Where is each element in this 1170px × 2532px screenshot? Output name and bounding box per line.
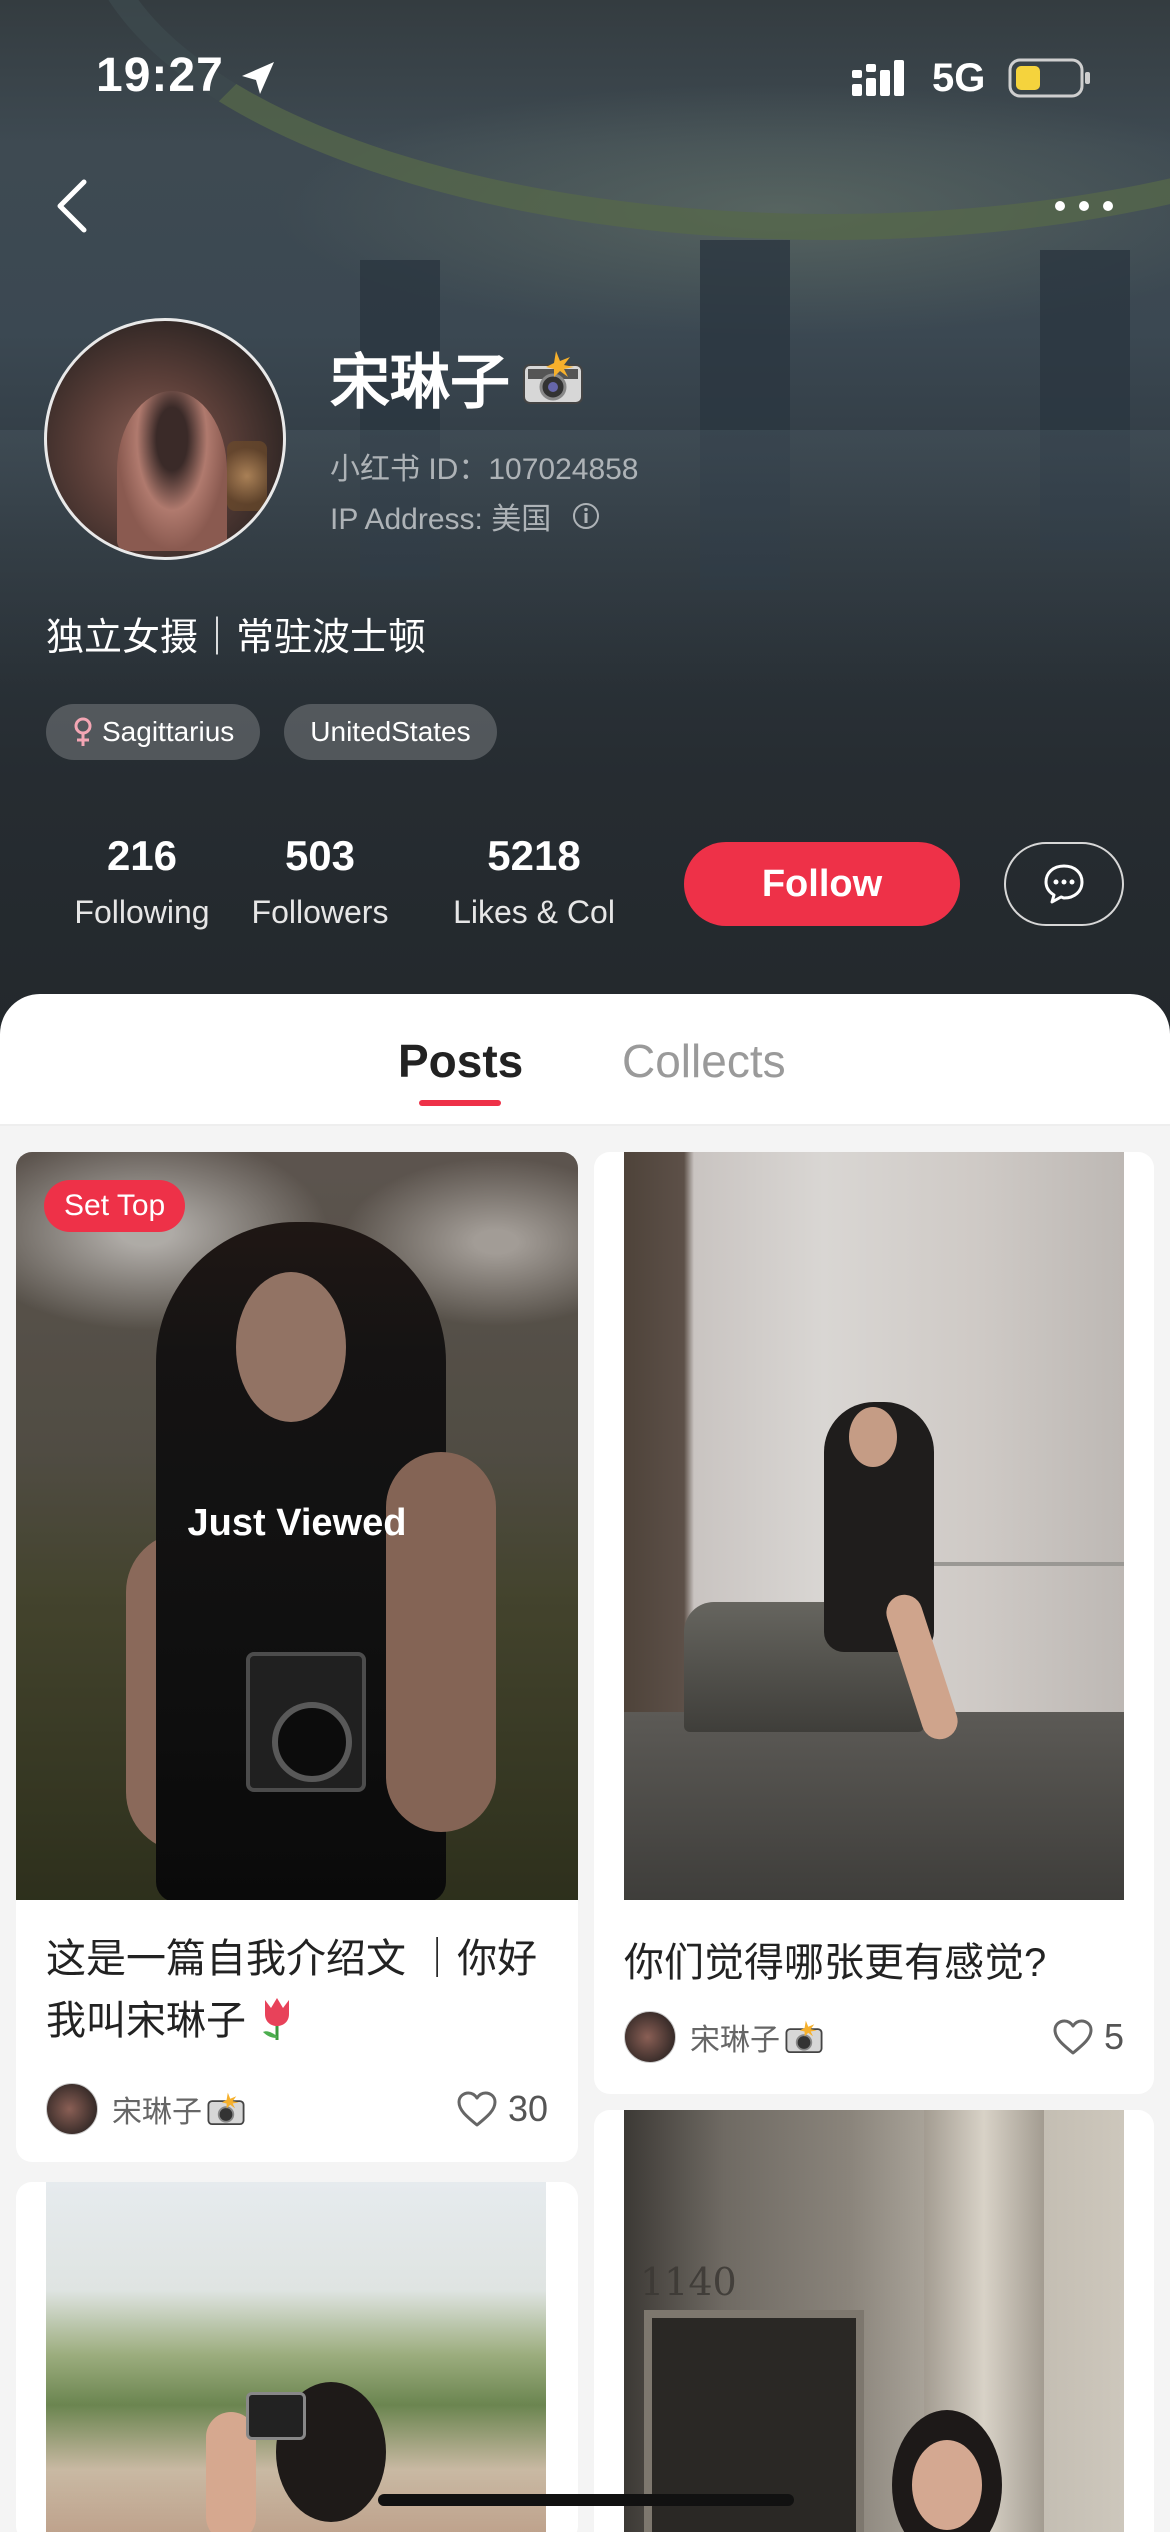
status-time: 19:27	[96, 49, 224, 102]
post-card[interactable]	[16, 2182, 578, 2532]
stat-likes-collects[interactable]: 5218 Likes & Col	[444, 832, 624, 931]
post-meta: 宋琳子 5	[624, 2010, 1124, 2064]
heart-icon	[457, 2091, 497, 2127]
tag-location: UnitedStates	[284, 704, 497, 760]
photo-shape	[912, 2440, 982, 2530]
post-meta: 宋琳子 30	[46, 2082, 548, 2136]
stat-value: 5218	[487, 832, 581, 879]
author-name[interactable]: 宋琳子	[112, 2087, 202, 2131]
post-photo: 1140	[624, 2110, 1124, 2532]
camera-flash-emoji-icon	[785, 2020, 823, 2054]
info-icon[interactable]	[571, 501, 601, 531]
status-bar: 19:27 5G	[0, 0, 1170, 150]
just-viewed-label: Just Viewed	[187, 1502, 407, 1544]
network-label: 5G	[932, 56, 986, 100]
profile-header: 19:27 5G 宋琳子 小红书 ID：107024858 IP Address…	[0, 0, 1170, 1040]
tulip-icon	[263, 1998, 290, 2040]
camera-flash-emoji-icon	[523, 350, 583, 404]
author-avatar[interactable]	[46, 2083, 98, 2135]
message-button[interactable]	[1004, 842, 1124, 926]
author-name[interactable]: 宋琳子	[690, 2015, 780, 2059]
tag-label: UnitedStates	[310, 716, 471, 747]
female-icon	[74, 717, 92, 746]
back-icon[interactable]	[52, 176, 92, 236]
tab-posts[interactable]: Posts	[398, 1034, 523, 1088]
like-button[interactable]: 30	[456, 2088, 548, 2130]
photo-shape	[624, 1712, 1124, 1900]
profile-stats: 216 Following 503 Followers 5218 Likes &…	[0, 832, 1170, 952]
post-card[interactable]: 你们觉得哪张更有感觉? 宋琳子 5	[594, 1152, 1154, 2094]
author-avatar[interactable]	[624, 2011, 676, 2063]
tag-list: Sagittarius UnitedStates	[46, 704, 497, 760]
photo-shape	[246, 2392, 306, 2440]
tag-zodiac: Sagittarius	[46, 704, 261, 760]
chat-bubble-icon	[1044, 864, 1084, 904]
post-title: 你们觉得哪张更有感觉?	[624, 1932, 1124, 1994]
tag-label: Sagittarius	[102, 716, 235, 747]
post-title-text: 你们觉得哪张更有感觉?	[624, 1941, 1047, 1985]
user-id: 小红书 ID：107024858	[330, 453, 639, 486]
content-tabs: Posts Collects	[0, 994, 1170, 1126]
tab-collects[interactable]: Collects	[622, 1034, 786, 1088]
stat-label: Followers	[251, 894, 389, 930]
profile-name: 宋琳子	[330, 349, 510, 416]
avatar-person	[117, 391, 227, 551]
pinned-badge: Set Top	[44, 1180, 186, 1232]
location-arrow-icon	[242, 62, 274, 94]
active-tab-indicator	[419, 1100, 501, 1106]
stat-following[interactable]: 216 Following	[46, 832, 238, 931]
stat-label: Following	[74, 894, 210, 930]
ip-address: IP Address: 美国	[330, 503, 552, 536]
bio: 独立女摄｜常驻波士顿	[46, 617, 427, 659]
avatar[interactable]	[44, 318, 286, 560]
signal-icon	[852, 60, 904, 96]
stat-label: Likes & Col	[453, 894, 615, 930]
camera-flash-emoji-icon	[207, 2092, 245, 2126]
stat-value: 503	[284, 832, 356, 879]
post-card[interactable]: Set Top Just Viewed 这是一篇自我介绍文 ｜你好我叫宋琳子 宋…	[16, 1152, 578, 2162]
more-dots-icon[interactable]	[1052, 196, 1116, 216]
like-count: 5	[1103, 2016, 1124, 2057]
name-row: 宋琳子	[330, 334, 586, 421]
like-button[interactable]: 5	[1052, 2016, 1124, 2058]
photo-sign-text: 1140	[640, 2260, 737, 2304]
heart-icon	[1053, 2019, 1093, 2055]
post-card[interactable]: 1140	[594, 2110, 1154, 2532]
stat-value: 216	[106, 832, 178, 879]
home-indicator[interactable]	[378, 2494, 794, 2506]
post-photo	[46, 2182, 546, 2532]
post-title: 这是一篇自我介绍文 ｜你好我叫宋琳子	[46, 1928, 556, 2052]
ip-address-row: IP Address: 美国	[330, 494, 601, 538]
post-photo	[624, 1152, 1124, 1900]
like-count: 30	[507, 2088, 548, 2129]
photo-shape	[849, 1407, 897, 1467]
stat-followers[interactable]: 503 Followers	[245, 832, 395, 931]
photo-shape	[924, 1562, 1124, 1566]
battery-icon	[1008, 58, 1090, 98]
avatar-lamp	[227, 441, 267, 511]
follow-button[interactable]: Follow	[684, 842, 960, 926]
